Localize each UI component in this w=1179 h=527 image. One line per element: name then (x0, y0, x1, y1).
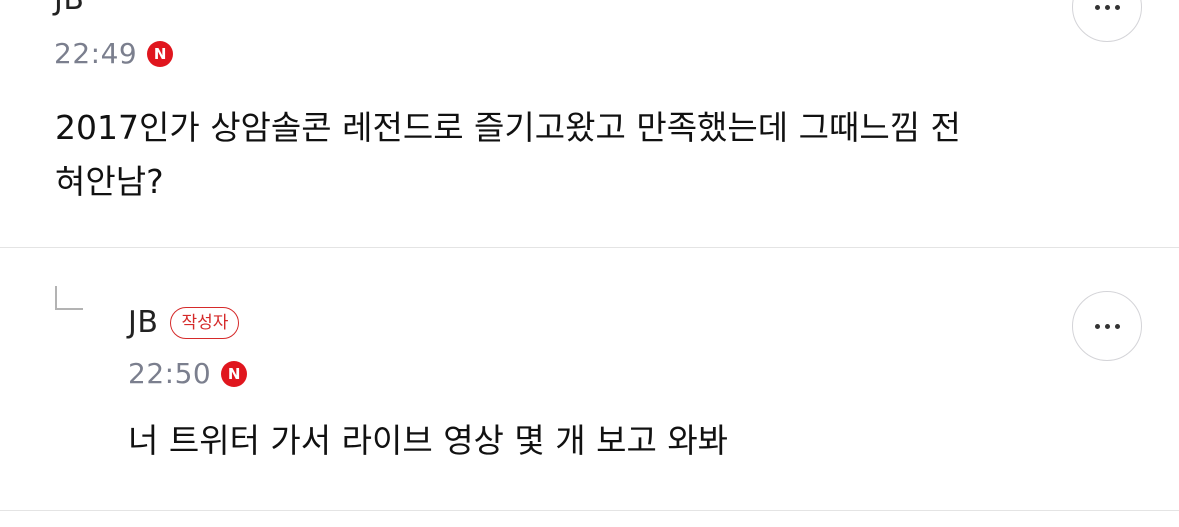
more-horizontal-icon (1094, 323, 1120, 329)
more-horizontal-icon (1094, 4, 1120, 10)
comment-divider (0, 247, 1179, 248)
comment-meta: 22:49 N (54, 37, 174, 70)
writer-badge: 작성자 (170, 307, 240, 339)
more-options-button[interactable] (1072, 0, 1142, 42)
new-badge-icon: N (147, 41, 174, 67)
comment-divider (0, 510, 1179, 511)
comment-text: 2017인가 상암솔콘 레전드로 즐기고왔고 만족했는데 그때느낌 전 혀안남? (55, 108, 961, 201)
reply-arrow-icon (55, 286, 83, 310)
comment-item: JB 22:49 N 2017인가 상암솔콘 레전드로 즐기고왔고 만족했는데 … (0, 0, 1179, 247)
comment-time: 22:50 (128, 357, 212, 390)
comment-header: JB 작성자 (128, 305, 240, 341)
new-badge-icon: N (221, 361, 248, 387)
comment-author[interactable]: JB (54, 0, 84, 18)
comment-meta: 22:50 N (128, 357, 248, 390)
comment-author[interactable]: JB (128, 305, 158, 341)
comment-text: 너 트위터 가서 라이브 영상 몇 개 보고 와봐 (128, 421, 729, 460)
more-options-button[interactable] (1072, 291, 1142, 361)
comment-time: 22:49 (54, 37, 138, 70)
